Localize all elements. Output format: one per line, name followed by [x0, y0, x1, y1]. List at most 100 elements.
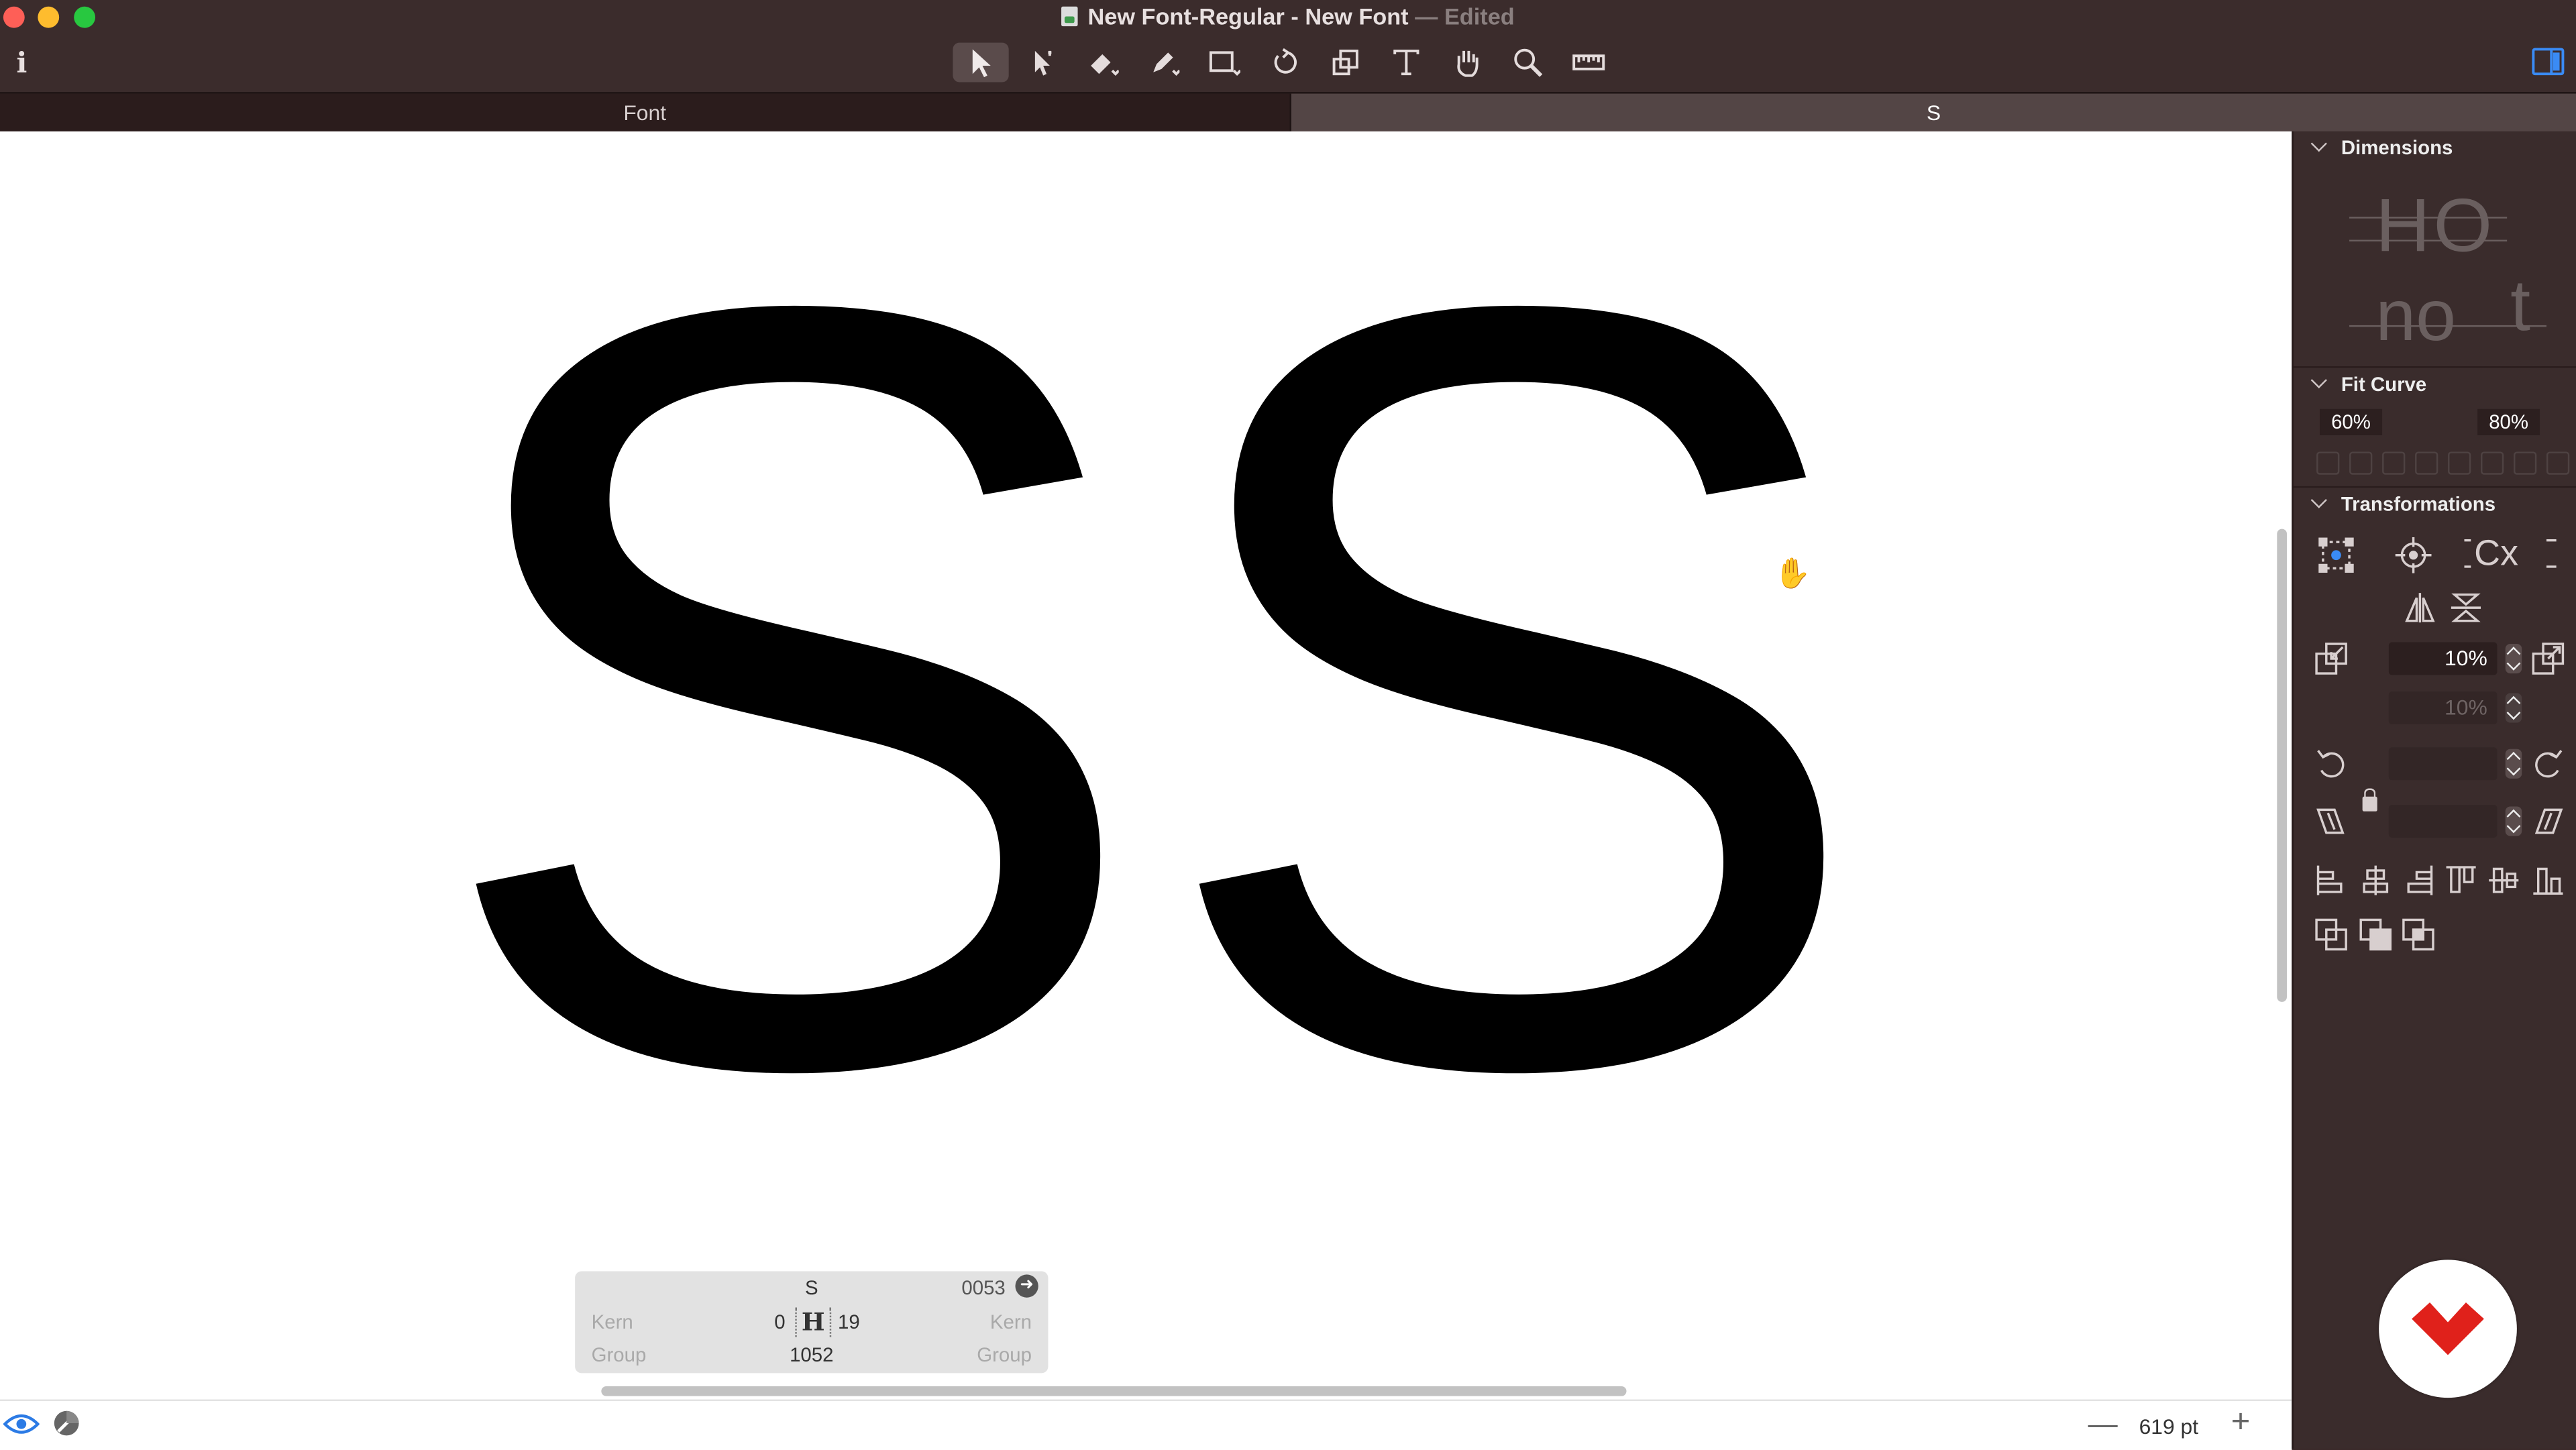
zoom-tool-button[interactable] — [1500, 43, 1556, 82]
flip-horizontal-icon[interactable] — [2402, 590, 2438, 626]
align-bottom-icon[interactable] — [2530, 862, 2566, 899]
go-to-glyph-arrow-icon[interactable]: ➜ — [1015, 1274, 1038, 1298]
dimensions-preview-ho: HO — [2375, 182, 2496, 268]
glyph-edit-canvas[interactable]: SS ✋ S 0053 ➜ Kern 0 H 19 Kern Group 105… — [0, 131, 2292, 1400]
hand-tool-button[interactable] — [1439, 43, 1495, 82]
left-kern-value[interactable]: 0 — [774, 1310, 785, 1333]
select-tool-button[interactable] — [953, 42, 1009, 82]
fit-curve-button[interactable] — [2316, 451, 2340, 475]
select-all-layers-tool-icon — [1034, 50, 1052, 76]
path-subtract-icon[interactable] — [2357, 917, 2394, 953]
document-icon — [1061, 6, 1078, 27]
scale-up-icon[interactable] — [2530, 640, 2566, 677]
scale-tool-icon — [1332, 49, 1358, 76]
rotate-field[interactable] — [2388, 747, 2498, 781]
dimensions-preview-no: no — [2375, 276, 2457, 357]
transform-origin-crosshair-icon[interactable] — [2395, 537, 2432, 573]
sidebar-toggle-button[interactable] — [2532, 48, 2565, 76]
rotate-tool-button[interactable] — [1256, 43, 1312, 82]
zoom-tool-icon — [1514, 48, 1543, 77]
scale-tool-button[interactable] — [1318, 43, 1373, 82]
fit-curve-max[interactable]: 80% — [2477, 408, 2540, 435]
slant-left-icon[interactable] — [2313, 803, 2349, 840]
chevron-down-icon — [2310, 492, 2327, 508]
scale-down-icon[interactable] — [2313, 640, 2349, 677]
tab-glyph-s[interactable]: S — [1289, 93, 2576, 131]
info-button[interactable]: i — [16, 48, 27, 80]
align-center-horizontal-icon[interactable] — [2357, 862, 2394, 899]
hand-cursor-icon: ✋ — [1774, 557, 1811, 590]
inspector-panel: Dimensions HO no t Fit Curve 60% 80% Tra… — [2292, 131, 2576, 1449]
scale-x-stepper[interactable] — [2505, 644, 2522, 674]
pencil-tool-icon — [1153, 52, 1180, 76]
transformations-section-header[interactable]: Transformations — [2310, 492, 2496, 516]
path-union-icon[interactable] — [2313, 917, 2349, 953]
slant-right-icon[interactable] — [2530, 803, 2566, 840]
rectangle-tool-icon — [1209, 51, 1240, 76]
zoom-in-button[interactable]: + — [2231, 1404, 2251, 1442]
align-right-icon[interactable] — [2400, 862, 2436, 899]
eraser-tool-button[interactable] — [1075, 43, 1130, 82]
glyph-preview-text[interactable]: SS — [427, 131, 1873, 1293]
rectangle-tool-button[interactable] — [1196, 43, 1252, 82]
transform-origin-box-icon[interactable] — [2318, 537, 2355, 573]
measure-tool-button[interactable] — [1561, 43, 1617, 82]
vertical-scrollbar[interactable] — [2277, 528, 2288, 1002]
chevron-down-icon — [2310, 135, 2327, 152]
rotate-ccw-icon[interactable] — [2313, 746, 2349, 782]
select-all-layers-tool-button[interactable] — [1014, 43, 1069, 82]
contrast-toggle-icon[interactable] — [52, 1409, 80, 1437]
right-group-label: Group — [977, 1343, 1032, 1367]
fit-curve-button[interactable] — [2349, 451, 2373, 475]
title-separator: — — [1415, 3, 1438, 30]
dimensions-section-header[interactable]: Dimensions — [2310, 135, 2453, 160]
svg-text:Cx: Cx — [2474, 535, 2518, 571]
fit-curve-button[interactable] — [2415, 451, 2438, 475]
scale-y-stepper[interactable] — [2505, 693, 2522, 723]
preview-eye-icon[interactable] — [3, 1412, 40, 1435]
flip-vertical-icon[interactable] — [2448, 590, 2484, 626]
fit-curve-button[interactable] — [2513, 451, 2537, 475]
select-tool-icon — [972, 49, 991, 78]
tab-font[interactable]: Font — [0, 93, 1290, 131]
fit-curve-button[interactable] — [2448, 451, 2471, 475]
text-tool-button[interactable] — [1379, 43, 1434, 82]
right-kern-label: Kern — [989, 1310, 1032, 1334]
window-title: New Font-Regular - New Font — Edited — [0, 3, 2576, 30]
zoom-level[interactable]: 619 pt — [2139, 1414, 2199, 1439]
scale-x-field[interactable]: 10% — [2388, 642, 2498, 675]
brand-logo — [2379, 1260, 2517, 1398]
glyph-outlines[interactable]: SS — [0, 131, 2292, 1400]
left-kern-label: Kern — [591, 1310, 633, 1334]
sidebar-toggle-icon — [2532, 48, 2565, 76]
fit-curve-button[interactable] — [2480, 451, 2504, 475]
lock-icon[interactable] — [2362, 788, 2377, 812]
rotate-stepper[interactable] — [2505, 748, 2522, 779]
title-bar: New Font-Regular - New Font — Edited i — [0, 0, 2576, 94]
dimensions-preview[interactable]: HO no t — [2339, 180, 2569, 361]
scale-y-field[interactable]: 10% — [2388, 691, 2498, 725]
edited-status: Edited — [1444, 3, 1515, 30]
slant-stepper[interactable] — [2505, 806, 2522, 836]
rotate-cw-icon[interactable] — [2530, 746, 2566, 782]
align-left-icon[interactable] — [2313, 862, 2349, 899]
glyph-unicode: 0053 — [961, 1276, 1006, 1300]
align-center-vertical-icon[interactable] — [2485, 862, 2522, 899]
rotate-tool-icon — [1274, 48, 1297, 74]
path-intersect-icon[interactable] — [2400, 917, 2436, 953]
status-bar: — 619 pt + — [0, 1399, 2292, 1450]
transform-cx-icon[interactable]: Cx — [2461, 533, 2563, 573]
pencil-tool-button[interactable] — [1135, 43, 1191, 82]
right-kern-value[interactable]: 19 — [838, 1310, 860, 1333]
slant-field[interactable] — [2388, 805, 2498, 838]
zoom-out-button[interactable]: — — [2088, 1408, 2118, 1442]
fit-curve-button[interactable] — [2382, 451, 2406, 475]
horizontal-scrollbar[interactable] — [601, 1386, 1627, 1396]
fit-curve-button[interactable] — [2546, 451, 2570, 475]
window-title-text: New Font-Regular - New Font — [1087, 3, 1409, 30]
dimensions-title: Dimensions — [2341, 136, 2453, 160]
fit-curve-min[interactable]: 60% — [2319, 408, 2383, 435]
fit-curve-section-header[interactable]: Fit Curve — [2310, 372, 2426, 396]
align-top-icon[interactable] — [2443, 862, 2479, 899]
tool-palette — [953, 42, 1621, 82]
